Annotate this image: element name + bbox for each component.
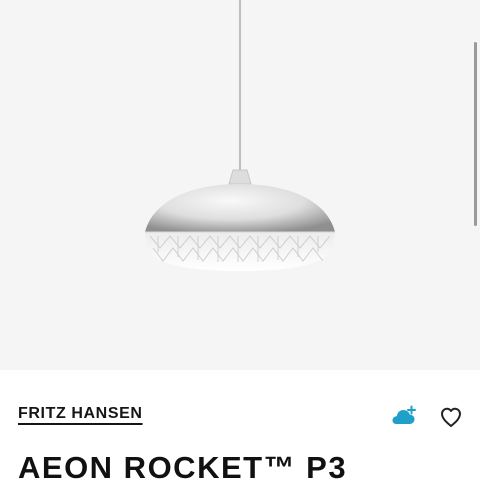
- product-image-area[interactable]: [0, 0, 480, 370]
- lamp-canopy: [228, 169, 252, 185]
- scrollbar[interactable]: [474, 42, 477, 226]
- product-title: AEON ROCKET™ P3: [18, 450, 348, 480]
- lamp-shade-top: [145, 184, 335, 232]
- pendant-lamp-illustration: [145, 0, 335, 271]
- brand-link[interactable]: FRITZ HANSEN: [18, 405, 143, 423]
- product-page: FRITZ HANSEN AEON ROCKET™ P3: [0, 0, 480, 480]
- lamp-diffuser: [145, 232, 335, 271]
- heart-icon[interactable]: [437, 403, 465, 431]
- cloud-plus-icon[interactable]: [389, 403, 417, 431]
